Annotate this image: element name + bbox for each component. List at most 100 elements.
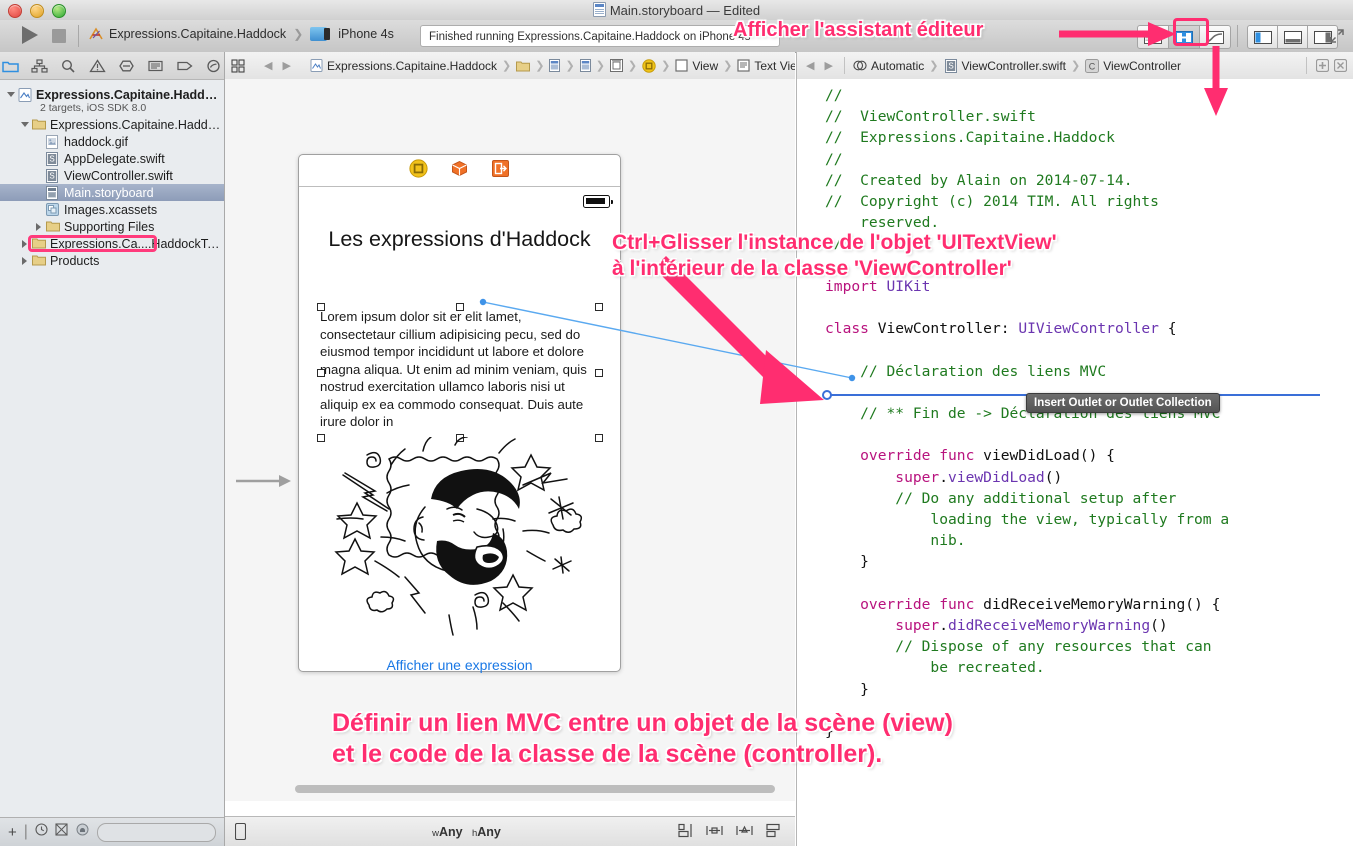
code-line[interactable]: nib. — [825, 530, 1353, 551]
project-root-row[interactable]: Expressions.Capitaine.Haddock — [0, 86, 224, 103]
editor-mode-buttons[interactable] — [1137, 25, 1231, 49]
folder-icon[interactable] — [516, 59, 531, 73]
stop-icon[interactable] — [52, 29, 66, 43]
resize-handle[interactable] — [595, 369, 603, 377]
code-line[interactable]: // — [825, 233, 1353, 254]
resize-handle[interactable] — [317, 303, 325, 311]
test-icon[interactable] — [205, 57, 222, 74]
resize-handle[interactable] — [595, 303, 603, 311]
code-line[interactable] — [825, 573, 1353, 594]
code-line[interactable] — [825, 700, 1353, 721]
afficher-expression-button[interactable]: Afficher une expression — [299, 657, 620, 673]
close-assistant-icon[interactable] — [1333, 59, 1347, 73]
code-line[interactable]: loading the view, typically from a — [825, 509, 1353, 530]
file-row[interactable]: Images.xcassets — [0, 201, 224, 218]
pin-icon[interactable] — [706, 823, 723, 841]
file-row[interactable]: Products — [0, 252, 224, 269]
automatic-icon[interactable] — [853, 59, 867, 73]
recent-files-icon[interactable] — [35, 823, 48, 841]
code-editor-pane[interactable]: // // ViewController.swift // Expressions.… — [797, 79, 1353, 846]
scheme-selector[interactable]: Expressions.Capitaine.Haddock ❯ iPhone 4… — [88, 26, 394, 42]
yellow-circle-icon[interactable] — [642, 58, 656, 73]
resize-handle[interactable] — [595, 434, 603, 442]
resize-icon[interactable] — [766, 823, 781, 841]
report-icon[interactable] — [147, 57, 164, 74]
code-line[interactable] — [825, 255, 1353, 276]
navigator-footer[interactable]: + | — [0, 817, 224, 846]
code-line[interactable]: super.viewDidLoad() — [825, 467, 1353, 488]
code-line[interactable]: // Dispose of any resources that can — [825, 636, 1353, 657]
source-control-filter-icon[interactable] — [55, 823, 68, 841]
file-row[interactable]: Expressions.Ca....HaddockTests — [0, 235, 224, 252]
project-icon[interactable] — [310, 59, 323, 73]
resolve-icon[interactable] — [736, 823, 753, 841]
fullscreen-icon[interactable] — [1329, 28, 1345, 44]
disclosure-triangle[interactable] — [20, 238, 31, 249]
project-file-tree[interactable]: Expressions.Capitaine.Haddock 2 targets,… — [0, 80, 224, 269]
view-toggle-buttons[interactable] — [1247, 25, 1338, 49]
disclosure-triangle[interactable] — [34, 221, 45, 232]
canvas-horizontal-scrollbar[interactable] — [295, 785, 775, 793]
back-arrow-icon[interactable]: ◀ — [803, 59, 817, 72]
code-line[interactable]: // Created by Alain on 2014-07-14. — [825, 170, 1353, 191]
exit-icon[interactable] — [450, 159, 469, 183]
code-line[interactable]: be recreated. — [825, 657, 1353, 678]
assistant-jump-bar[interactable]: ◀ ▶ Automatic ❯ S ViewController.swift ❯… — [797, 52, 1353, 80]
hierarchy-icon[interactable] — [31, 57, 48, 74]
disclosure-triangle[interactable] — [6, 89, 17, 100]
scene-icon[interactable] — [579, 59, 591, 73]
storyboard-canvas[interactable]: Les expressions d'Haddock Lorem ipsum do… — [225, 79, 795, 801]
swift-file-icon[interactable]: S — [944, 58, 958, 73]
search-icon[interactable] — [60, 57, 77, 74]
scene-textview[interactable]: Lorem ipsum dolor sit er elit lamet, con… — [320, 308, 598, 431]
forward-arrow-icon[interactable]: ▶ — [821, 59, 835, 72]
class-icon[interactable]: C — [1085, 58, 1100, 73]
code-line[interactable]: // Déclaration des liens MVC — [825, 361, 1353, 382]
tag-icon[interactable] — [176, 57, 193, 74]
jump-path-textview[interactable]: Text View — [754, 59, 795, 73]
size-class-bar[interactable]: wAny hAny — [225, 816, 795, 846]
file-row[interactable]: Expressions.Capitaine.Haddock — [0, 116, 224, 133]
haddock-image[interactable] — [327, 436, 591, 642]
code-line[interactable] — [825, 297, 1353, 318]
scene-view[interactable]: Les expressions d'Haddock Lorem ipsum do… — [299, 187, 620, 673]
code-line[interactable]: } — [825, 721, 1353, 742]
standard-editor-button[interactable] — [1137, 25, 1169, 49]
resize-handle[interactable] — [456, 303, 464, 311]
disclosure-triangle[interactable] — [20, 119, 31, 130]
storyboard-file-icon[interactable] — [549, 59, 561, 73]
view-icon[interactable] — [675, 59, 688, 73]
scene-title-label[interactable]: Les expressions d'Haddock — [299, 227, 620, 252]
code-line[interactable]: super.didReceiveMemoryWarning() — [825, 615, 1353, 636]
code-line[interactable]: // Copyright (c) 2014 TIM. All rights — [825, 191, 1353, 212]
exit-segue-icon[interactable] — [491, 159, 510, 183]
size-class-label[interactable]: wAny hAny — [255, 825, 678, 839]
code-line[interactable] — [825, 339, 1353, 360]
file-row[interactable]: S ViewController.swift — [0, 167, 224, 184]
file-rows[interactable]: Expressions.Capitaine.Haddock haddock.gif… — [0, 116, 224, 269]
code-line[interactable]: class ViewController: UIViewController { — [825, 318, 1353, 339]
code-line[interactable]: // — [825, 85, 1353, 106]
code-line[interactable]: // — [825, 149, 1353, 170]
code-line[interactable]: import UIKit — [825, 276, 1353, 297]
code-line[interactable] — [825, 424, 1353, 445]
first-responder-icon[interactable] — [409, 158, 428, 183]
unsaved-filter-icon[interactable] — [75, 823, 90, 841]
file-row[interactable]: Main.storyboard — [0, 184, 224, 201]
code-line[interactable]: override func didReceiveMemoryWarning() … — [825, 594, 1353, 615]
assistant-editor-button[interactable] — [1168, 25, 1200, 49]
code-line[interactable]: } — [825, 551, 1353, 572]
warning-icon[interactable] — [89, 57, 106, 74]
code-line[interactable]: override func viewDidLoad() { — [825, 445, 1353, 466]
add-assistant-icon[interactable] — [1315, 59, 1329, 73]
add-file-button[interactable]: + — [8, 825, 17, 840]
file-row[interactable]: haddock.gif — [0, 133, 224, 150]
folder-icon[interactable] — [2, 57, 19, 74]
scene-dock[interactable] — [299, 155, 620, 187]
code-line[interactable]: reserved. — [825, 212, 1353, 233]
view-controller-scene[interactable]: Les expressions d'Haddock Lorem ipsum do… — [298, 154, 621, 673]
resize-handle[interactable] — [317, 434, 325, 442]
disclosure-triangle[interactable] — [20, 255, 31, 266]
storyboard-jump-bar[interactable]: ◀ ▶ Expressions.Capitaine.Haddock ❯ ❯ ❯ … — [225, 52, 795, 80]
version-editor-button[interactable] — [1199, 25, 1231, 49]
